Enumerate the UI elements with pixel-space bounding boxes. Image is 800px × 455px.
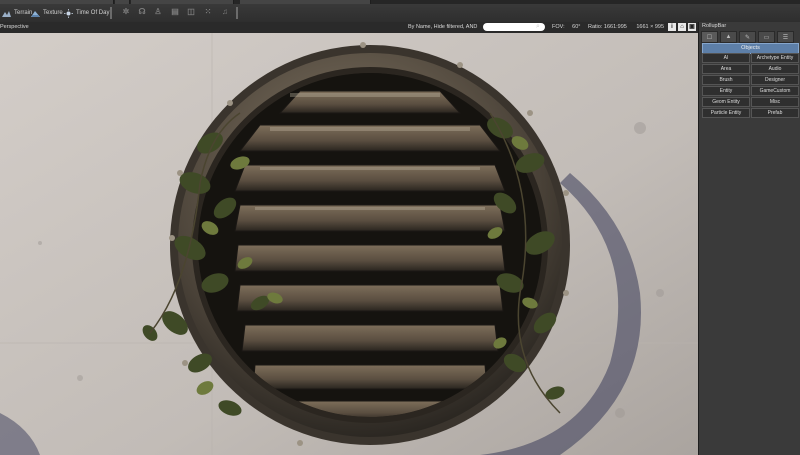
object-type-particle-entity-button[interactable]: Particle Entity (702, 108, 750, 118)
time-of-day-button[interactable]: Time Of Day (64, 6, 109, 20)
layout-icon[interactable]: ▣ (688, 23, 696, 31)
time-of-day-icon (64, 8, 73, 18)
character-icon[interactable]: ♙ (153, 7, 163, 17)
toolbar-separator-2 (236, 7, 238, 19)
filter-label[interactable]: By Name, Hide filtered, AND (408, 24, 477, 30)
toolbar-group-4 (240, 0, 371, 4)
rollup-bar: RollupBar ☐ ▲ ✎ ▭ ☰ Objects AI Archetype… (698, 22, 800, 455)
modify-tab-icon[interactable]: ✎ (739, 31, 756, 43)
layers-tab-icon[interactable]: ☰ (777, 31, 794, 43)
object-type-ai-button[interactable]: AI (702, 53, 750, 63)
object-type-grid: AI Archetype Entity Area Audio Brush Des… (702, 53, 799, 118)
object-type-misc-button[interactable]: Misc (751, 97, 799, 107)
maximize-icon[interactable]: ⌂ (678, 23, 686, 31)
scene-render (0, 33, 698, 455)
object-type-audio-button[interactable]: Audio (751, 64, 799, 74)
search-icon[interactable]: ⌕ (536, 23, 544, 31)
display-tab-icon[interactable]: ▭ (758, 31, 775, 43)
toolbar-group-2 (115, 0, 130, 4)
ai-walk-icon[interactable]: ☊ (137, 7, 147, 17)
fov-label: FOV: (552, 24, 565, 30)
terrain-button[interactable]: Terrain (2, 6, 32, 20)
particles-icon[interactable]: ⁙ (203, 7, 213, 17)
time-of-day-button-label: Time Of Day (76, 10, 110, 16)
texture-button-label: Texture (43, 10, 63, 16)
ratio-label: Ratio: 1661:995 (588, 24, 627, 30)
fov-readout: FOV: 60° (552, 24, 581, 30)
object-type-brush-button[interactable]: Brush (702, 75, 750, 85)
terrain-tab-icon[interactable]: ▲ (720, 31, 737, 43)
texture-button[interactable]: Texture (31, 6, 63, 20)
terrain-icon (2, 9, 11, 18)
physics-icon[interactable]: ✲ (121, 7, 131, 17)
panel-title: RollupBar (702, 23, 727, 29)
texture-icon (31, 9, 40, 18)
object-type-geom-entity-button[interactable]: Geom Entity (702, 97, 750, 107)
object-type-entity-button[interactable]: Entity (702, 86, 750, 96)
object-type-designer-button[interactable]: Designer (751, 75, 799, 85)
fov-value: 60° (572, 24, 581, 30)
toolbar-separator (110, 7, 112, 19)
main-toolbar: Terrain Texture Time Of Day ✲ ☊ ♙ ▤ ◫ ⁙ … (0, 0, 800, 23)
ratio-readout: Ratio: 1661:995 1661 × 995 (588, 24, 664, 30)
toolbar-top-strip (0, 0, 800, 4)
terrain-button-label: Terrain (14, 10, 33, 16)
info-icon[interactable]: i (668, 23, 676, 31)
flowgraph-icon[interactable]: ◫ (186, 7, 196, 17)
viewport-header: Perspective By Name, Hide filtered, AND … (0, 22, 698, 33)
resolution-value: 1661 × 995 (636, 24, 665, 30)
toolbar-group-3 (131, 0, 234, 4)
panel-tabs: ☐ ▲ ✎ ▭ ☰ (701, 31, 799, 43)
audio-icon[interactable]: ♫ (220, 7, 230, 17)
toolbar-group-1 (0, 0, 114, 4)
perspective-viewport[interactable] (0, 33, 698, 455)
object-type-area-button[interactable]: Area (702, 64, 750, 74)
view-mode-label[interactable]: Perspective (0, 24, 29, 30)
database-icon[interactable]: ▤ (170, 7, 180, 17)
object-type-gamecustom-button[interactable]: GameCustom (751, 86, 799, 96)
objects-tab-icon[interactable]: ☐ (701, 31, 718, 43)
object-type-archetype-entity-button[interactable]: Archetype Entity (751, 53, 799, 63)
object-type-prefab-button[interactable]: Prefab (751, 108, 799, 118)
